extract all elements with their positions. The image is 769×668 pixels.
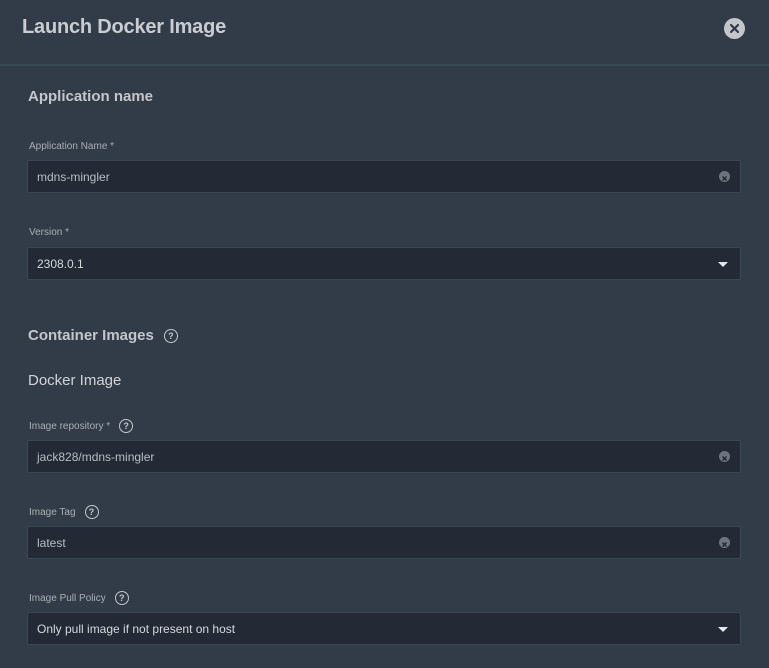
image-pull-policy-label: Image Pull Policy ? [29, 591, 129, 605]
image-tag-value: latest [37, 536, 66, 550]
clear-icon [721, 541, 728, 548]
image-pull-policy-label-text: Image Pull Policy [29, 592, 106, 604]
section-title-container-images: Container Images ? [28, 327, 178, 344]
application-name-label-text: Application Name * [29, 141, 115, 152]
application-name-input[interactable]: mdns-mingler [27, 160, 741, 193]
dialog-title: Launch Docker Image [22, 16, 227, 38]
clear-image-repository-button[interactable] [719, 451, 730, 462]
clear-icon [721, 175, 728, 182]
container-images-title-text: Container Images [28, 327, 154, 344]
application-name-label: Application Name * [29, 141, 114, 152]
caret-down-icon[interactable] [718, 627, 728, 632]
clear-icon [721, 455, 728, 462]
help-icon[interactable]: ? [163, 328, 178, 343]
image-tag-label-text: Image Tag [29, 506, 76, 518]
caret-down-icon[interactable] [718, 262, 728, 267]
close-button[interactable] [724, 18, 745, 39]
image-repository-label: Image repository * ? [29, 419, 134, 433]
version-label: Version * [29, 227, 69, 238]
image-repository-value: jack828/mdns-mingler [37, 450, 155, 464]
image-tag-input[interactable]: latest [27, 526, 741, 559]
dialog-header: Launch Docker Image [0, 0, 769, 66]
image-repository-input[interactable]: jack828/mdns-mingler [27, 440, 741, 473]
help-icon[interactable]: ? [84, 505, 99, 519]
version-select[interactable]: 2308.0.1 [27, 247, 741, 280]
help-icon[interactable]: ? [119, 419, 134, 433]
help-icon[interactable]: ? [114, 591, 129, 605]
version-label-text: Version * [29, 227, 70, 238]
version-value: 2308.0.1 [37, 257, 84, 271]
section-title-application-name: Application name [28, 88, 154, 105]
close-icon [729, 23, 740, 34]
clear-application-name-button[interactable] [719, 171, 730, 182]
application-name-value: mdns-mingler [37, 170, 110, 184]
image-tag-label: Image Tag ? [29, 505, 99, 519]
subsection-title-docker-image: Docker Image [28, 372, 122, 389]
image-pull-policy-select[interactable]: Only pull image if not present on host [27, 612, 741, 645]
clear-image-tag-button[interactable] [719, 537, 730, 548]
image-pull-policy-value: Only pull image if not present on host [37, 622, 236, 636]
image-repository-label-text: Image repository * [29, 420, 111, 432]
